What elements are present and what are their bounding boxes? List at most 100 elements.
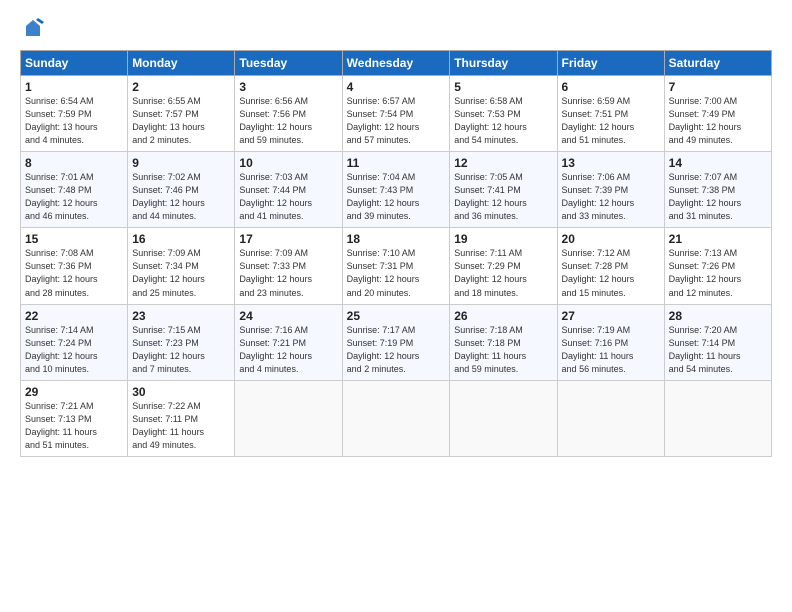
day-cell-25: 25Sunrise: 7:17 AMSunset: 7:19 PMDayligh… bbox=[342, 304, 450, 380]
logo-icon bbox=[22, 18, 44, 40]
day-info: Sunrise: 7:13 AMSunset: 7:26 PMDaylight:… bbox=[669, 247, 767, 299]
empty-cell bbox=[342, 380, 450, 456]
day-number: 27 bbox=[562, 309, 660, 323]
day-cell-4: 4Sunrise: 6:57 AMSunset: 7:54 PMDaylight… bbox=[342, 76, 450, 152]
day-number: 29 bbox=[25, 385, 123, 399]
day-cell-28: 28Sunrise: 7:20 AMSunset: 7:14 PMDayligh… bbox=[664, 304, 771, 380]
col-header-tuesday: Tuesday bbox=[235, 51, 342, 76]
day-info: Sunrise: 7:09 AMSunset: 7:33 PMDaylight:… bbox=[239, 247, 337, 299]
day-cell-6: 6Sunrise: 6:59 AMSunset: 7:51 PMDaylight… bbox=[557, 76, 664, 152]
day-info: Sunrise: 6:57 AMSunset: 7:54 PMDaylight:… bbox=[347, 95, 446, 147]
day-info: Sunrise: 7:08 AMSunset: 7:36 PMDaylight:… bbox=[25, 247, 123, 299]
day-info: Sunrise: 7:09 AMSunset: 7:34 PMDaylight:… bbox=[132, 247, 230, 299]
day-info: Sunrise: 7:14 AMSunset: 7:24 PMDaylight:… bbox=[25, 324, 123, 376]
calendar-week-4: 22Sunrise: 7:14 AMSunset: 7:24 PMDayligh… bbox=[21, 304, 772, 380]
day-number: 19 bbox=[454, 232, 552, 246]
day-cell-16: 16Sunrise: 7:09 AMSunset: 7:34 PMDayligh… bbox=[128, 228, 235, 304]
day-cell-12: 12Sunrise: 7:05 AMSunset: 7:41 PMDayligh… bbox=[450, 152, 557, 228]
day-cell-29: 29Sunrise: 7:21 AMSunset: 7:13 PMDayligh… bbox=[21, 380, 128, 456]
day-cell-26: 26Sunrise: 7:18 AMSunset: 7:18 PMDayligh… bbox=[450, 304, 557, 380]
day-info: Sunrise: 7:05 AMSunset: 7:41 PMDaylight:… bbox=[454, 171, 552, 223]
day-cell-15: 15Sunrise: 7:08 AMSunset: 7:36 PMDayligh… bbox=[21, 228, 128, 304]
day-number: 7 bbox=[669, 80, 767, 94]
calendar-table: SundayMondayTuesdayWednesdayThursdayFrid… bbox=[20, 50, 772, 457]
day-cell-18: 18Sunrise: 7:10 AMSunset: 7:31 PMDayligh… bbox=[342, 228, 450, 304]
day-number: 12 bbox=[454, 156, 552, 170]
day-number: 20 bbox=[562, 232, 660, 246]
day-cell-1: 1Sunrise: 6:54 AMSunset: 7:59 PMDaylight… bbox=[21, 76, 128, 152]
day-number: 17 bbox=[239, 232, 337, 246]
day-info: Sunrise: 7:06 AMSunset: 7:39 PMDaylight:… bbox=[562, 171, 660, 223]
day-cell-23: 23Sunrise: 7:15 AMSunset: 7:23 PMDayligh… bbox=[128, 304, 235, 380]
col-header-wednesday: Wednesday bbox=[342, 51, 450, 76]
day-number: 30 bbox=[132, 385, 230, 399]
day-info: Sunrise: 7:07 AMSunset: 7:38 PMDaylight:… bbox=[669, 171, 767, 223]
col-header-saturday: Saturday bbox=[664, 51, 771, 76]
calendar-week-3: 15Sunrise: 7:08 AMSunset: 7:36 PMDayligh… bbox=[21, 228, 772, 304]
day-info: Sunrise: 7:22 AMSunset: 7:11 PMDaylight:… bbox=[132, 400, 230, 452]
day-info: Sunrise: 7:17 AMSunset: 7:19 PMDaylight:… bbox=[347, 324, 446, 376]
day-cell-11: 11Sunrise: 7:04 AMSunset: 7:43 PMDayligh… bbox=[342, 152, 450, 228]
day-cell-5: 5Sunrise: 6:58 AMSunset: 7:53 PMDaylight… bbox=[450, 76, 557, 152]
day-cell-3: 3Sunrise: 6:56 AMSunset: 7:56 PMDaylight… bbox=[235, 76, 342, 152]
day-number: 1 bbox=[25, 80, 123, 94]
day-info: Sunrise: 6:58 AMSunset: 7:53 PMDaylight:… bbox=[454, 95, 552, 147]
day-cell-19: 19Sunrise: 7:11 AMSunset: 7:29 PMDayligh… bbox=[450, 228, 557, 304]
day-cell-13: 13Sunrise: 7:06 AMSunset: 7:39 PMDayligh… bbox=[557, 152, 664, 228]
logo-text bbox=[20, 18, 44, 40]
day-info: Sunrise: 7:15 AMSunset: 7:23 PMDaylight:… bbox=[132, 324, 230, 376]
day-number: 11 bbox=[347, 156, 446, 170]
empty-cell bbox=[557, 380, 664, 456]
day-info: Sunrise: 6:55 AMSunset: 7:57 PMDaylight:… bbox=[132, 95, 230, 147]
logo bbox=[20, 18, 44, 40]
day-info: Sunrise: 7:11 AMSunset: 7:29 PMDaylight:… bbox=[454, 247, 552, 299]
day-number: 14 bbox=[669, 156, 767, 170]
day-info: Sunrise: 7:00 AMSunset: 7:49 PMDaylight:… bbox=[669, 95, 767, 147]
day-info: Sunrise: 7:20 AMSunset: 7:14 PMDaylight:… bbox=[669, 324, 767, 376]
day-number: 10 bbox=[239, 156, 337, 170]
day-number: 16 bbox=[132, 232, 230, 246]
calendar-week-2: 8Sunrise: 7:01 AMSunset: 7:48 PMDaylight… bbox=[21, 152, 772, 228]
day-number: 9 bbox=[132, 156, 230, 170]
day-cell-17: 17Sunrise: 7:09 AMSunset: 7:33 PMDayligh… bbox=[235, 228, 342, 304]
day-number: 5 bbox=[454, 80, 552, 94]
day-info: Sunrise: 7:01 AMSunset: 7:48 PMDaylight:… bbox=[25, 171, 123, 223]
day-info: Sunrise: 6:59 AMSunset: 7:51 PMDaylight:… bbox=[562, 95, 660, 147]
day-number: 26 bbox=[454, 309, 552, 323]
day-cell-9: 9Sunrise: 7:02 AMSunset: 7:46 PMDaylight… bbox=[128, 152, 235, 228]
day-cell-24: 24Sunrise: 7:16 AMSunset: 7:21 PMDayligh… bbox=[235, 304, 342, 380]
day-number: 15 bbox=[25, 232, 123, 246]
day-number: 13 bbox=[562, 156, 660, 170]
page: SundayMondayTuesdayWednesdayThursdayFrid… bbox=[0, 0, 792, 612]
day-number: 25 bbox=[347, 309, 446, 323]
col-header-friday: Friday bbox=[557, 51, 664, 76]
day-number: 24 bbox=[239, 309, 337, 323]
day-info: Sunrise: 7:12 AMSunset: 7:28 PMDaylight:… bbox=[562, 247, 660, 299]
day-cell-2: 2Sunrise: 6:55 AMSunset: 7:57 PMDaylight… bbox=[128, 76, 235, 152]
day-cell-20: 20Sunrise: 7:12 AMSunset: 7:28 PMDayligh… bbox=[557, 228, 664, 304]
day-cell-21: 21Sunrise: 7:13 AMSunset: 7:26 PMDayligh… bbox=[664, 228, 771, 304]
day-cell-14: 14Sunrise: 7:07 AMSunset: 7:38 PMDayligh… bbox=[664, 152, 771, 228]
empty-cell bbox=[664, 380, 771, 456]
day-cell-27: 27Sunrise: 7:19 AMSunset: 7:16 PMDayligh… bbox=[557, 304, 664, 380]
day-cell-22: 22Sunrise: 7:14 AMSunset: 7:24 PMDayligh… bbox=[21, 304, 128, 380]
day-cell-10: 10Sunrise: 7:03 AMSunset: 7:44 PMDayligh… bbox=[235, 152, 342, 228]
day-cell-30: 30Sunrise: 7:22 AMSunset: 7:11 PMDayligh… bbox=[128, 380, 235, 456]
header bbox=[20, 18, 772, 40]
day-number: 18 bbox=[347, 232, 446, 246]
day-info: Sunrise: 6:56 AMSunset: 7:56 PMDaylight:… bbox=[239, 95, 337, 147]
day-number: 23 bbox=[132, 309, 230, 323]
day-number: 4 bbox=[347, 80, 446, 94]
day-number: 21 bbox=[669, 232, 767, 246]
day-number: 8 bbox=[25, 156, 123, 170]
day-info: Sunrise: 7:03 AMSunset: 7:44 PMDaylight:… bbox=[239, 171, 337, 223]
col-header-sunday: Sunday bbox=[21, 51, 128, 76]
day-number: 6 bbox=[562, 80, 660, 94]
day-number: 2 bbox=[132, 80, 230, 94]
day-info: Sunrise: 7:04 AMSunset: 7:43 PMDaylight:… bbox=[347, 171, 446, 223]
empty-cell bbox=[235, 380, 342, 456]
empty-cell bbox=[450, 380, 557, 456]
day-number: 28 bbox=[669, 309, 767, 323]
day-cell-7: 7Sunrise: 7:00 AMSunset: 7:49 PMDaylight… bbox=[664, 76, 771, 152]
day-info: Sunrise: 7:10 AMSunset: 7:31 PMDaylight:… bbox=[347, 247, 446, 299]
